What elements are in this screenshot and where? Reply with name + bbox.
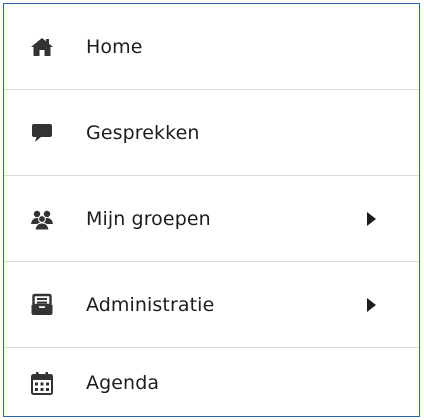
menu-item-label: Gesprekken xyxy=(86,121,200,144)
home-icon xyxy=(30,35,54,59)
menu-item-home[interactable]: Home xyxy=(4,4,419,90)
inbox-tray-icon xyxy=(30,293,54,317)
users-group-icon xyxy=(30,207,54,231)
menu-item-label: Agenda xyxy=(86,372,160,394)
menu-item-agenda[interactable]: Agenda xyxy=(4,348,419,418)
menu-item-administratie[interactable]: Administratie xyxy=(4,262,419,348)
calendar-icon xyxy=(30,371,54,395)
menu-item-label: Home xyxy=(86,35,143,58)
navigation-menu: Home Gesprekken Mijn groepen Administrat… xyxy=(3,3,420,417)
menu-item-label: Mijn groepen xyxy=(86,207,211,230)
chat-bubble-icon xyxy=(30,121,54,145)
menu-item-gesprekken[interactable]: Gesprekken xyxy=(4,90,419,176)
menu-item-mijn-groepen[interactable]: Mijn groepen xyxy=(4,176,419,262)
submenu-arrow-icon xyxy=(367,297,376,312)
menu-item-label: Administratie xyxy=(86,293,215,316)
submenu-arrow-icon xyxy=(367,211,376,226)
